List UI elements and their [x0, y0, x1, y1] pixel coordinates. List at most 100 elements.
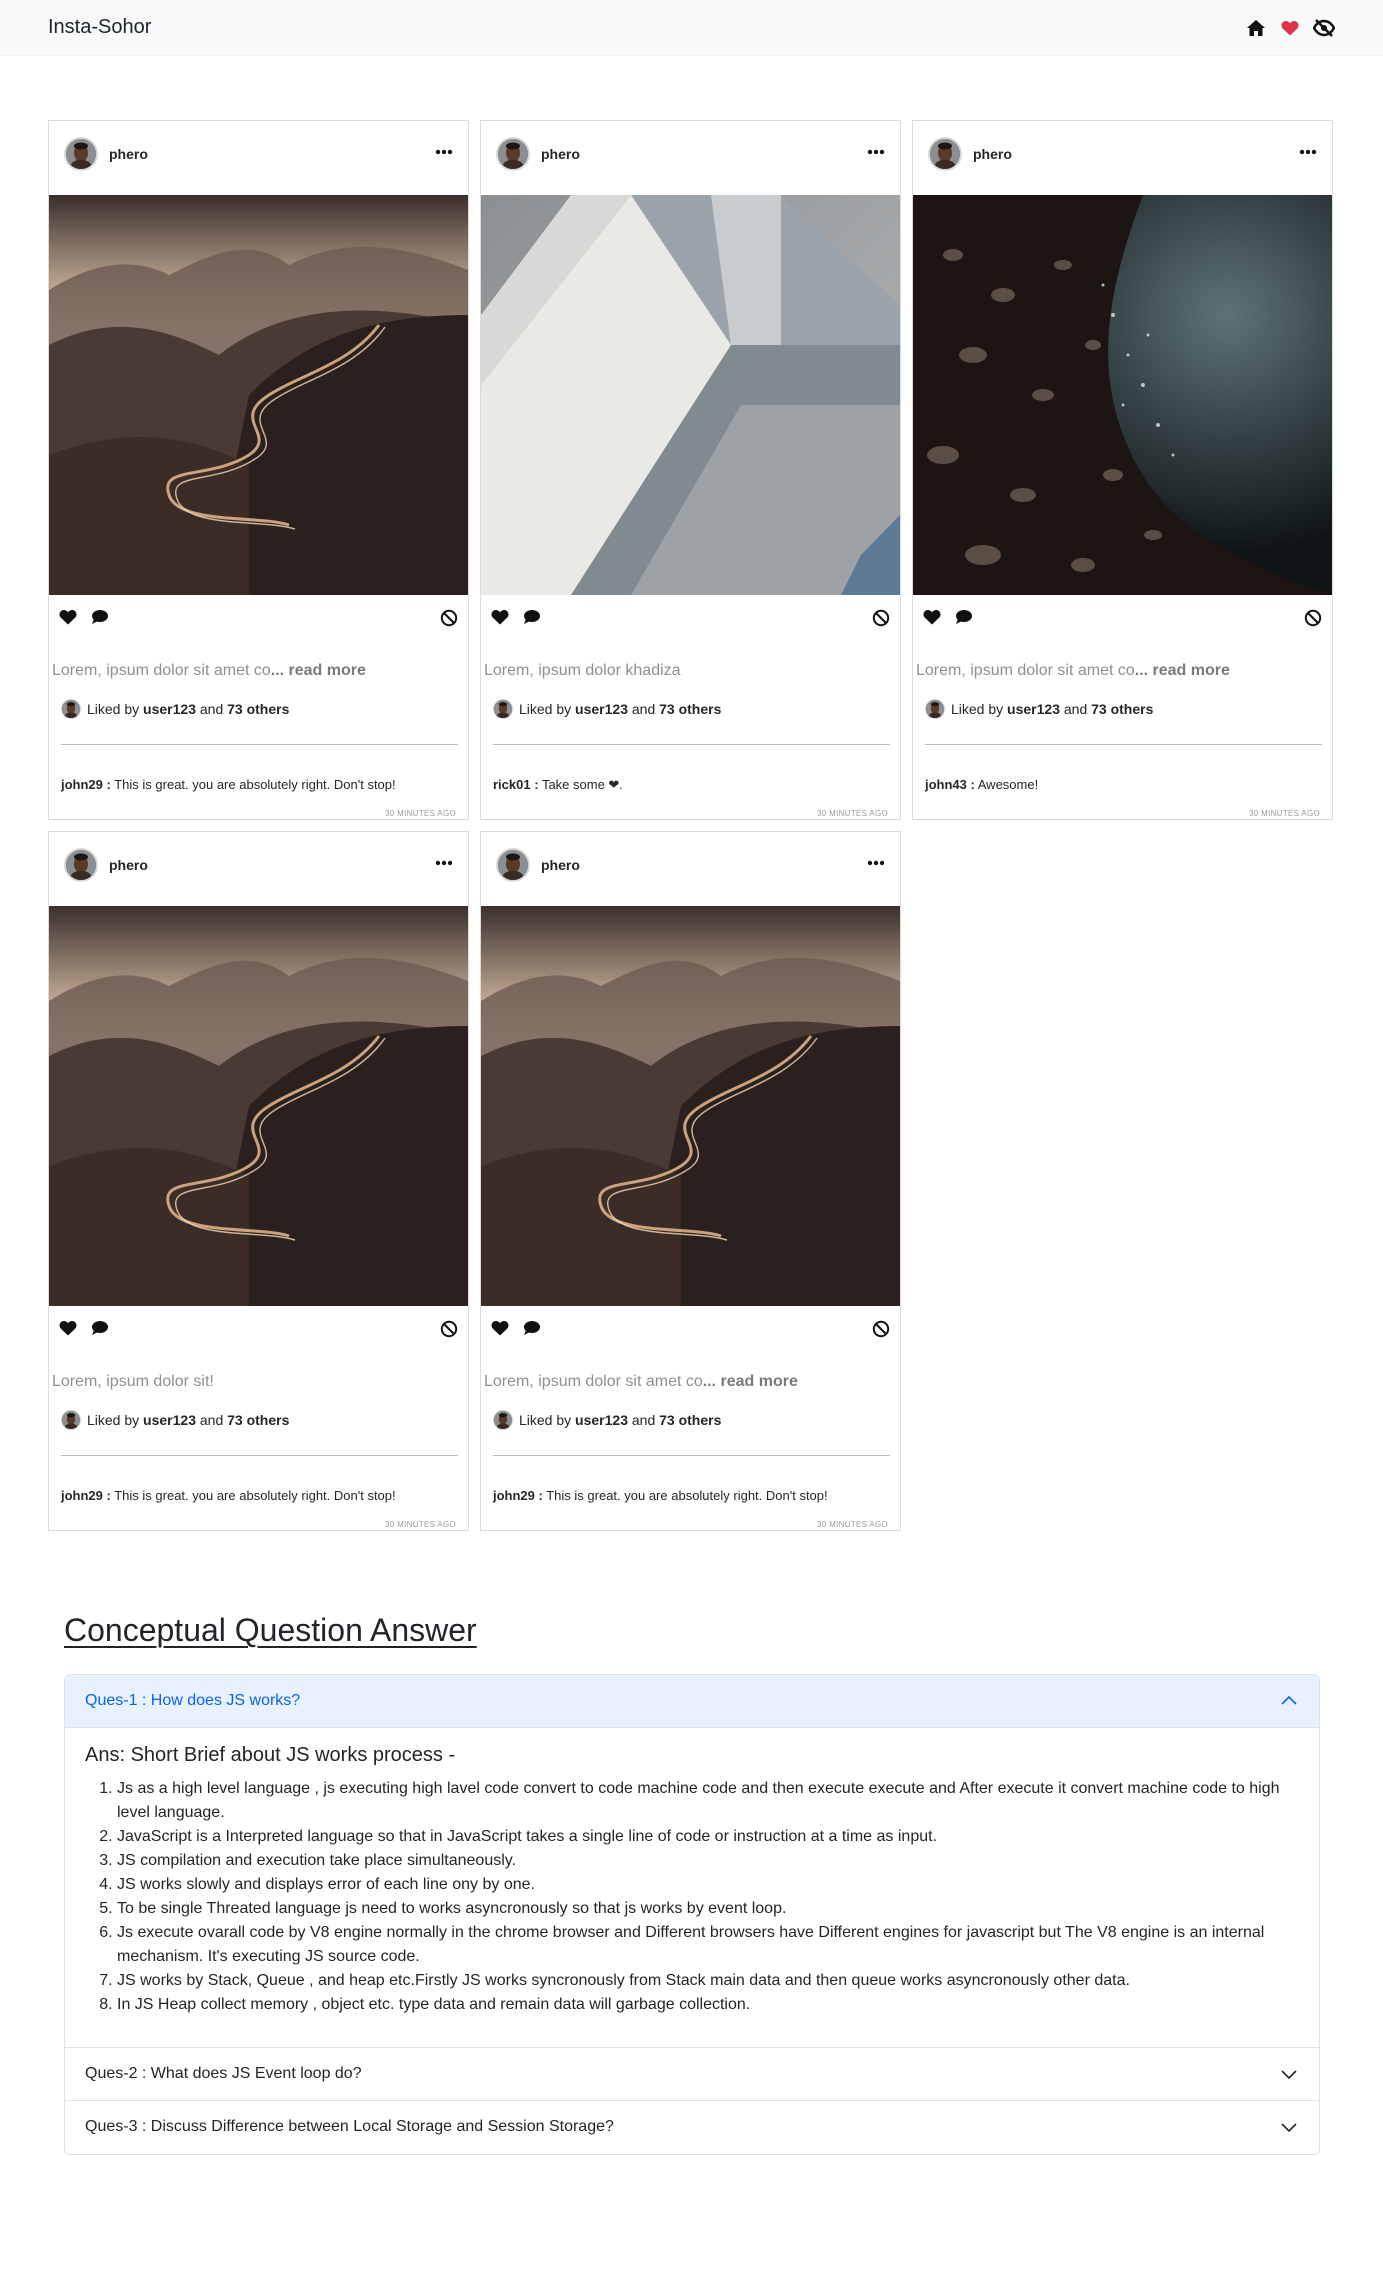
posts-grid: phero Lorem, ipsum dolor sit amet co... …: [48, 120, 1336, 1531]
post-image[interactable]: [481, 906, 900, 1306]
comment-text: This is great. you are absolutely right.…: [114, 1488, 396, 1503]
divider: [493, 744, 890, 745]
more-options-icon[interactable]: [866, 145, 886, 159]
post-username[interactable]: phero: [541, 857, 580, 873]
comment-user[interactable]: john29 :: [493, 1488, 543, 1503]
report-ban-icon[interactable]: [1304, 609, 1322, 632]
liker-avatar: [493, 699, 513, 719]
post-header: phero: [481, 832, 900, 906]
liked-and: and: [631, 1412, 656, 1428]
liked-by[interactable]: Liked by user123 and 73 others: [493, 1410, 721, 1430]
liker-avatar: [61, 1410, 81, 1430]
comment-bubble-icon[interactable]: [91, 1320, 109, 1341]
like-heart-icon[interactable]: [59, 1320, 77, 1341]
liker-avatar: [61, 699, 81, 719]
accordion-item-2-header[interactable]: Ques-2 : What does JS Event loop do?: [65, 2048, 1319, 2101]
more-options-icon[interactable]: [1298, 145, 1318, 159]
liked-user[interactable]: user123: [575, 701, 628, 717]
post-username[interactable]: phero: [109, 146, 148, 162]
avatar[interactable]: [64, 848, 98, 882]
comment: rick01 : Take some ❤.: [493, 777, 623, 793]
post-username[interactable]: phero: [109, 857, 148, 873]
comment-user[interactable]: rick01 :: [493, 777, 539, 792]
post-username[interactable]: phero: [973, 146, 1012, 162]
comment-bubble-icon[interactable]: [955, 609, 973, 630]
nav-icons: [1245, 17, 1335, 39]
divider: [61, 744, 458, 745]
more-options-icon[interactable]: [866, 856, 886, 870]
comment: john29 : This is great. you are absolute…: [61, 1488, 396, 1503]
brand-logo[interactable]: Insta-Sohor: [48, 16, 151, 39]
report-ban-icon[interactable]: [440, 609, 458, 632]
answer-point: JavaScript is a Interpreted language so …: [117, 1825, 1307, 1849]
liked-others[interactable]: 73 others: [227, 701, 289, 717]
post-image[interactable]: [49, 195, 468, 595]
avatar[interactable]: [64, 137, 98, 171]
heart-icon[interactable]: [1279, 17, 1301, 39]
caption-text: Lorem, ipsum dolor sit amet co: [484, 1373, 703, 1390]
liked-user[interactable]: user123: [143, 701, 196, 717]
avatar[interactable]: [928, 137, 962, 171]
comment-user[interactable]: john29 :: [61, 1488, 111, 1503]
divider: [493, 1455, 890, 1456]
liked-others[interactable]: 73 others: [659, 1412, 721, 1428]
navbar: Insta-Sohor: [0, 0, 1383, 56]
avatar[interactable]: [496, 848, 530, 882]
comment-bubble-icon[interactable]: [523, 1320, 541, 1341]
post-timestamp: 30 MINUTES AGO: [385, 1520, 456, 1529]
home-icon[interactable]: [1245, 17, 1267, 39]
qa-section-title: Conceptual Question Answer: [64, 1612, 477, 1648]
comment-user[interactable]: john29 :: [61, 777, 111, 792]
eye-slash-icon[interactable]: [1313, 17, 1335, 39]
post-image[interactable]: [481, 195, 900, 595]
caption-text: Lorem, ipsum dolor khadiza: [484, 662, 681, 679]
liked-by[interactable]: Liked by user123 and 73 others: [61, 699, 289, 719]
answer-point: In JS Heap collect memory , object etc. …: [117, 1993, 1307, 2017]
report-ban-icon[interactable]: [440, 1320, 458, 1343]
liked-others[interactable]: 73 others: [659, 701, 721, 717]
liked-and: and: [631, 701, 656, 717]
more-options-icon[interactable]: [434, 145, 454, 159]
liked-prefix: Liked by: [87, 701, 140, 717]
avatar[interactable]: [496, 137, 530, 171]
comment-bubble-icon[interactable]: [523, 609, 541, 630]
post-actions: [923, 609, 1322, 633]
accordion-item-3-header[interactable]: Ques-3 : Discuss Difference between Loca…: [65, 2101, 1319, 2154]
liked-user[interactable]: user123: [143, 1412, 196, 1428]
answer-point: JS works slowly and displays error of ea…: [117, 1873, 1307, 1897]
read-more-link[interactable]: ... read more: [271, 662, 366, 679]
chevron-up-icon: [1279, 1691, 1299, 1711]
post-image[interactable]: [913, 195, 1332, 595]
like-heart-icon[interactable]: [491, 609, 509, 630]
answer-point: Js as a high level language , js executi…: [117, 1777, 1307, 1825]
post-timestamp: 30 MINUTES AGO: [1249, 809, 1320, 818]
liked-others[interactable]: 73 others: [1091, 701, 1153, 717]
read-more-link[interactable]: ... read more: [703, 1373, 798, 1390]
liked-others[interactable]: 73 others: [227, 1412, 289, 1428]
accordion-item-1-header[interactable]: Ques-1 : How does JS works?: [65, 1675, 1319, 1728]
comment-bubble-icon[interactable]: [91, 609, 109, 630]
read-more-link[interactable]: ... read more: [1135, 662, 1230, 679]
like-heart-icon[interactable]: [923, 609, 941, 630]
liked-user[interactable]: user123: [1007, 701, 1060, 717]
answer-point: Js execute ovarall code by V8 engine nor…: [117, 1921, 1307, 1969]
liked-and: and: [199, 1412, 224, 1428]
report-ban-icon[interactable]: [872, 1320, 890, 1343]
liked-user[interactable]: user123: [575, 1412, 628, 1428]
report-ban-icon[interactable]: [872, 609, 890, 632]
like-heart-icon[interactable]: [59, 609, 77, 630]
liked-by[interactable]: Liked by user123 and 73 others: [61, 1410, 289, 1430]
liked-prefix: Liked by: [519, 1412, 572, 1428]
comment-user[interactable]: john43 :: [925, 777, 975, 792]
liked-by[interactable]: Liked by user123 and 73 others: [493, 699, 721, 719]
post-card: phero Lorem, ipsum dolor sit amet co... …: [48, 120, 469, 820]
post-username[interactable]: phero: [541, 146, 580, 162]
post-image[interactable]: [49, 906, 468, 1306]
liked-and: and: [199, 701, 224, 717]
chevron-down-icon: [1279, 2117, 1299, 2137]
more-options-icon[interactable]: [434, 856, 454, 870]
post-card: phero Lorem, ipsum dolor sit amet co... …: [912, 120, 1333, 820]
like-heart-icon[interactable]: [491, 1320, 509, 1341]
liked-by[interactable]: Liked by user123 and 73 others: [925, 699, 1153, 719]
post-caption: Lorem, ipsum dolor sit amet co... read m…: [484, 1373, 798, 1391]
